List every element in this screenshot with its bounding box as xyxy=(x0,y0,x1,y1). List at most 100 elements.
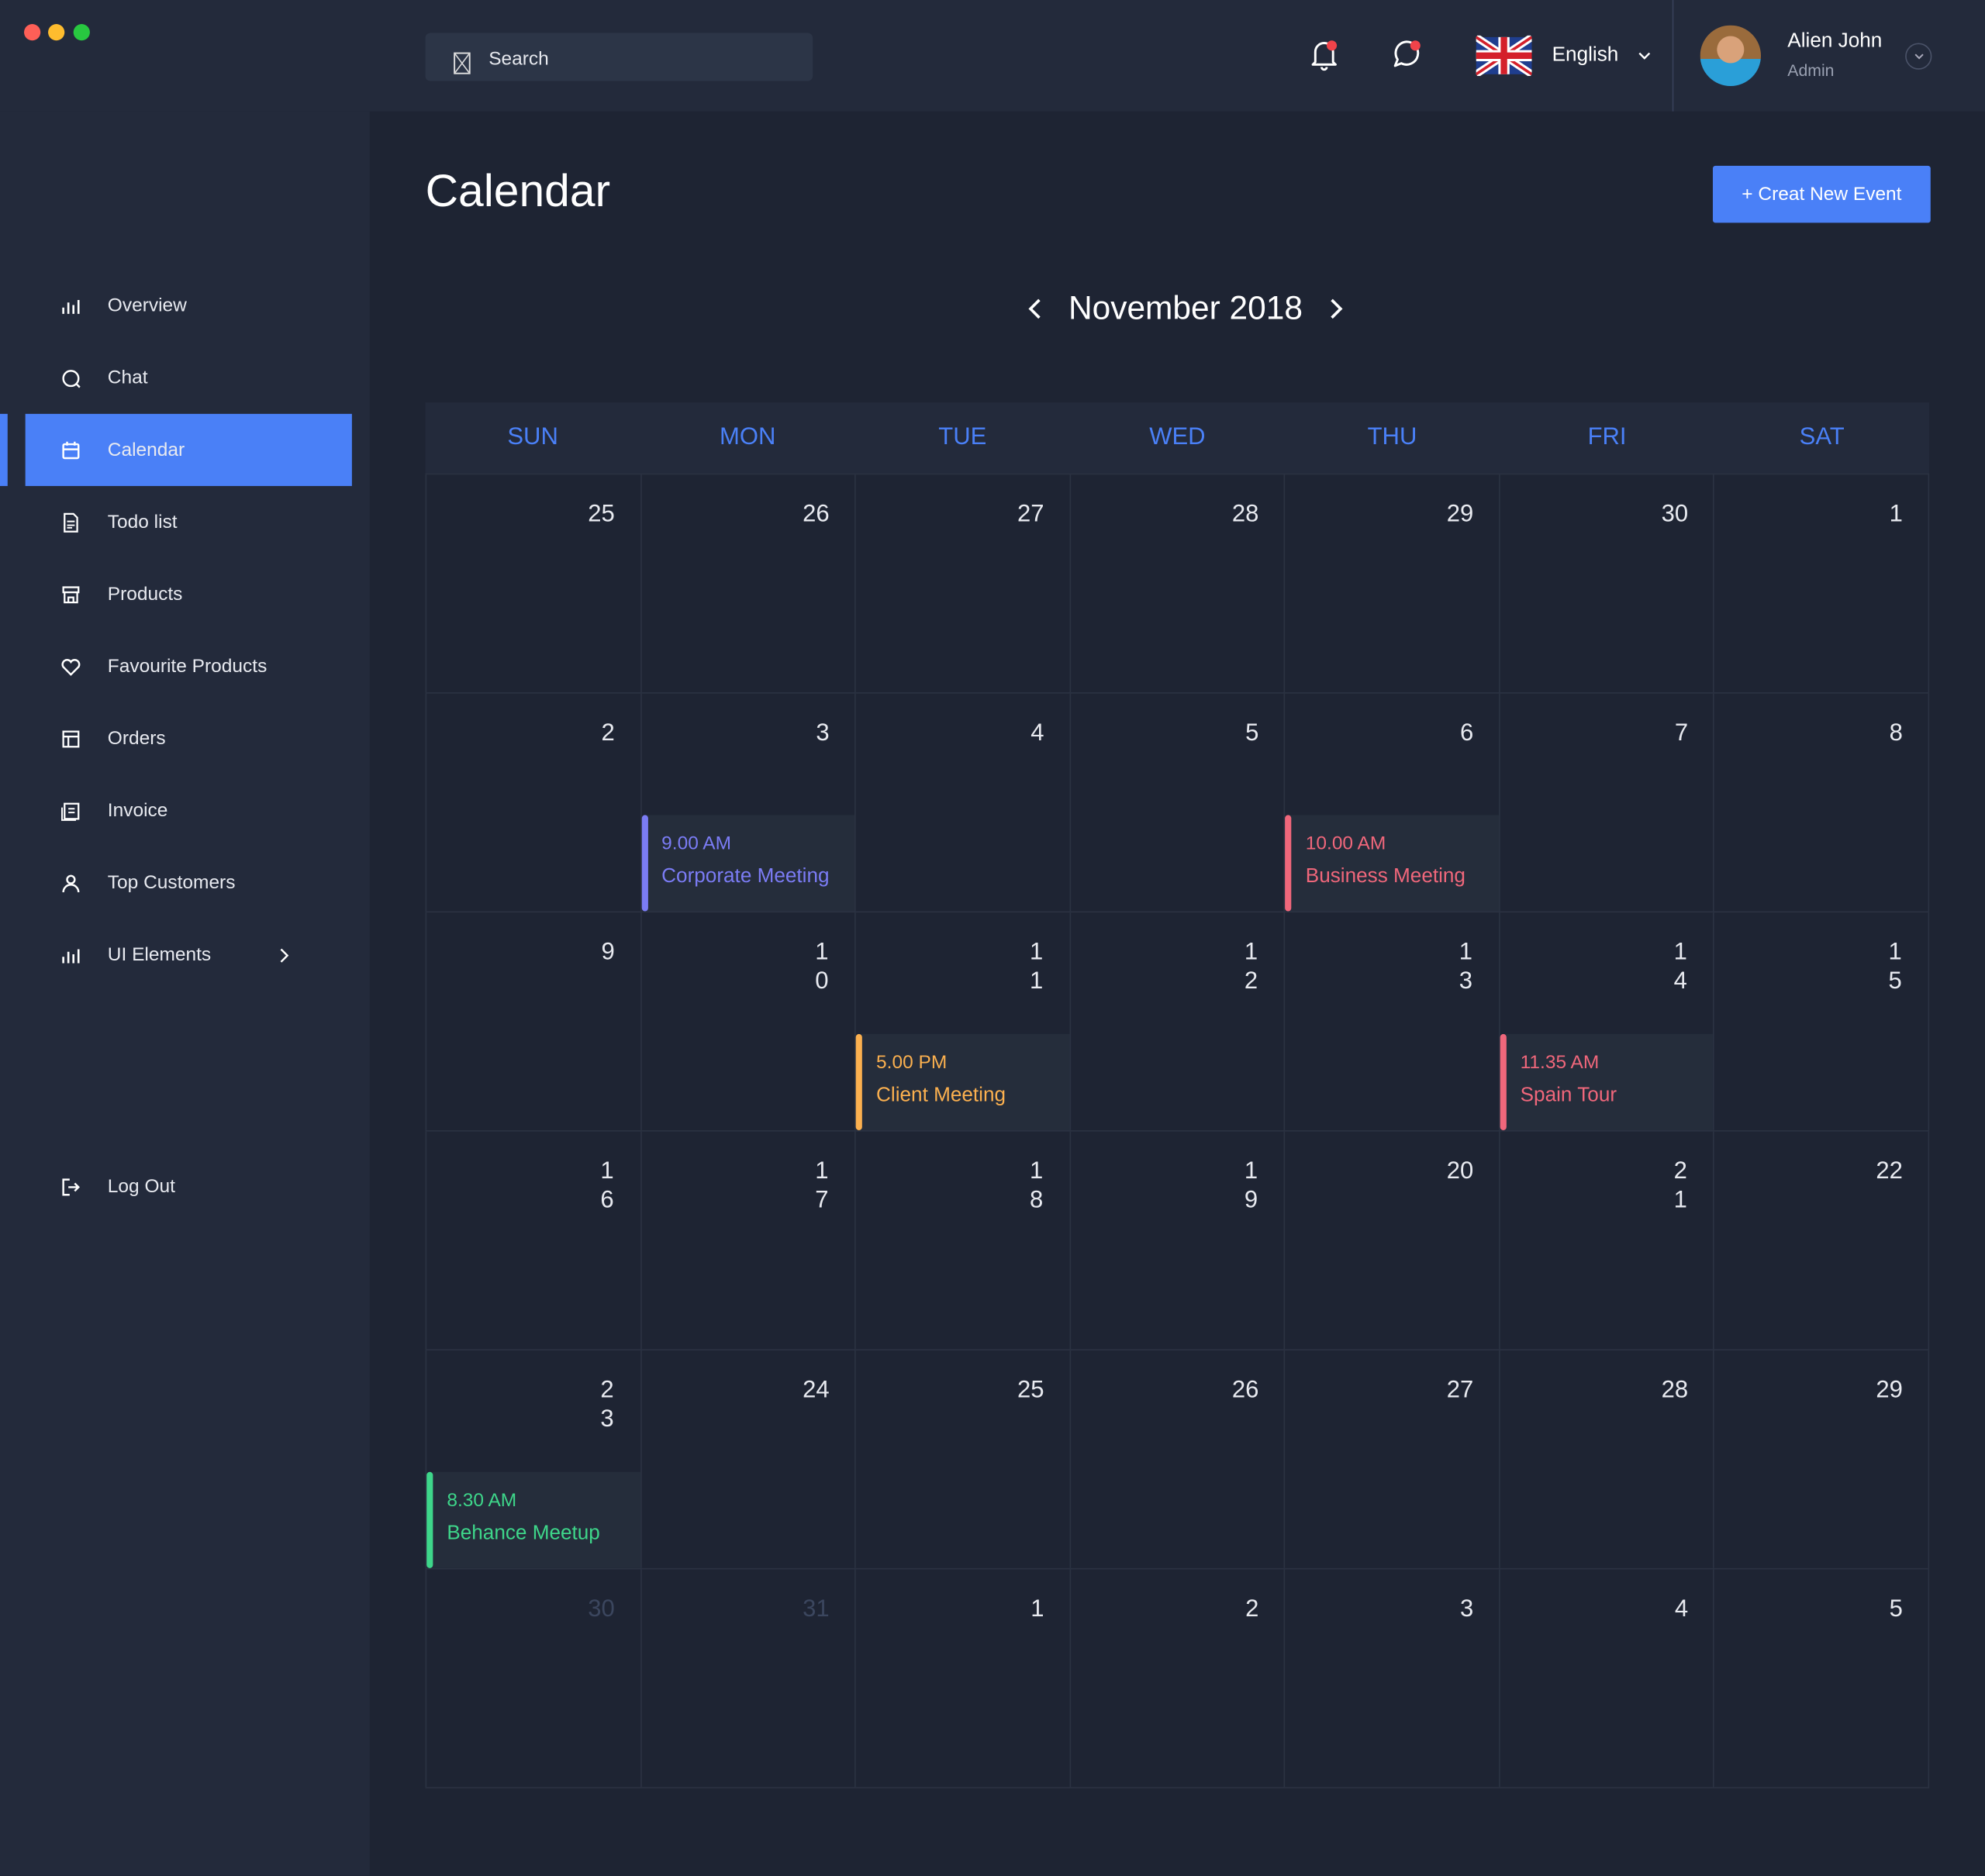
day-cell[interactable]: 30 xyxy=(425,1569,640,1788)
day-number: 22 xyxy=(1876,1157,1903,1185)
store-icon xyxy=(62,585,80,603)
day-number: 25 xyxy=(1017,1377,1044,1404)
heart-icon-wrap xyxy=(60,657,81,677)
search-input[interactable] xyxy=(485,33,796,84)
day-cell[interactable]: 3 9.00 AM Corporate Meeting xyxy=(640,693,855,912)
day-cell[interactable]: 10 xyxy=(640,912,854,1130)
day-cell[interactable]: 29 xyxy=(1713,1350,1930,1568)
messages-button[interactable] xyxy=(1391,38,1421,78)
day-cell[interactable]: 6 10.00 AM Business Meeting xyxy=(1284,693,1499,912)
day-cell[interactable]: 2 xyxy=(425,693,640,912)
day-cell[interactable]: 26 xyxy=(640,474,854,693)
calendar-icon-wrap xyxy=(60,440,81,460)
minimize-window-button[interactable] xyxy=(48,24,65,41)
calendar-grid: SUN MON TUE WED THU FRI SAT 25 26 27 28 29 30 1 2 3 9.0… xyxy=(425,402,1930,1788)
avatar[interactable] xyxy=(1700,25,1762,87)
day-cell[interactable]: 26 xyxy=(1069,1350,1284,1568)
calendar-event[interactable]: 8.30 AM Behance Meetup xyxy=(426,1471,640,1568)
day-cell[interactable]: 31 xyxy=(640,1569,854,1788)
day-cell[interactable]: 18 xyxy=(854,1131,1069,1350)
sidebar-item-chat[interactable]: Chat xyxy=(26,342,352,414)
day-cell[interactable]: 22 xyxy=(1713,1131,1930,1350)
event-color-bar xyxy=(1500,1033,1507,1130)
day-cell[interactable]: 17 xyxy=(640,1131,854,1350)
day-cell[interactable]: 9 xyxy=(425,912,640,1130)
bar-chart-icon xyxy=(62,948,80,963)
event-title: Corporate Meeting xyxy=(661,865,830,888)
previous-month-button[interactable] xyxy=(1025,295,1045,321)
maximize-window-button[interactable] xyxy=(73,24,90,41)
day-cell[interactable]: 15 xyxy=(1713,912,1930,1130)
day-cell[interactable]: 30 xyxy=(1498,474,1714,693)
day-number: 5 xyxy=(1245,719,1259,747)
store-icon-wrap xyxy=(60,584,81,604)
day-cell[interactable]: 23 8.30 AM Behance Meetup xyxy=(425,1350,640,1568)
search-box[interactable] xyxy=(425,33,813,84)
active-indicator xyxy=(0,413,8,486)
user-icon xyxy=(62,874,80,892)
day-cell[interactable]: 27 xyxy=(1284,1350,1499,1568)
day-cell[interactable]: 21 xyxy=(1498,1131,1714,1350)
language-selector[interactable]: English xyxy=(1476,35,1652,76)
day-cell[interactable]: 20 xyxy=(1284,1131,1499,1350)
sidebar-item-ui-elements[interactable]: UI Elements xyxy=(26,919,352,991)
sidebar-item-invoice[interactable]: Invoice xyxy=(26,774,352,847)
sidebar-item-overview[interactable]: Overview xyxy=(26,270,352,342)
sidebar-item-calendar[interactable]: Calendar xyxy=(25,413,352,486)
weekday-fri: FRI xyxy=(1587,423,1627,451)
calendar-event[interactable]: 5.00 PM Client Meeting xyxy=(855,1033,1070,1130)
day-cell[interactable]: 1 xyxy=(854,1569,1069,1788)
sidebar-item-favourite-products[interactable]: Favourite Products xyxy=(26,630,352,702)
chevron-down-icon xyxy=(1914,53,1923,60)
sidebar-item-products[interactable]: Products xyxy=(26,558,352,630)
create-new-event-button[interactable]: + Creat New Event xyxy=(1712,165,1931,223)
divider xyxy=(1672,0,1674,112)
calendar-event[interactable]: 9.00 AM Corporate Meeting xyxy=(641,815,855,912)
day-cell[interactable]: 29 xyxy=(1284,474,1499,693)
day-cell[interactable]: 7 xyxy=(1498,693,1714,912)
event-title: Business Meeting xyxy=(1305,865,1465,888)
day-cell[interactable]: 24 xyxy=(640,1350,854,1568)
sidebar-item-orders[interactable]: Orders xyxy=(26,702,352,774)
day-cell[interactable]: 28 xyxy=(1498,1350,1714,1568)
day-cell[interactable]: 5 xyxy=(1069,693,1284,912)
calendar-week: 30 31 1 2 3 4 5 xyxy=(425,1567,1930,1788)
day-number: 7 xyxy=(1674,719,1689,747)
calendar-event[interactable]: 10.00 AM Business Meeting xyxy=(1285,815,1499,912)
day-number: 12 xyxy=(1244,939,1258,995)
calendar-week: 16 17 18 19 20 21 22 xyxy=(425,1129,1930,1350)
event-color-bar xyxy=(855,1033,863,1130)
day-cell[interactable]: 27 xyxy=(854,474,1069,693)
chat-icon-wrap xyxy=(60,367,81,388)
day-cell[interactable]: 25 xyxy=(854,1350,1069,1568)
day-cell[interactable]: 4 xyxy=(1498,1569,1714,1788)
weekday-sat: SAT xyxy=(1799,423,1845,451)
day-cell[interactable]: 2 xyxy=(1069,1569,1284,1788)
day-cell[interactable]: 4 xyxy=(854,693,1069,912)
day-cell[interactable]: 12 xyxy=(1069,912,1284,1130)
day-cell[interactable]: 28 xyxy=(1069,474,1284,693)
day-cell[interactable]: 25 xyxy=(425,474,640,693)
next-month-button[interactable] xyxy=(1325,295,1345,321)
day-cell[interactable]: 19 xyxy=(1069,1131,1284,1350)
user-menu-button[interactable] xyxy=(1905,43,1932,70)
calendar-event[interactable]: 11.35 AM Spain Tour xyxy=(1500,1033,1714,1130)
day-cell[interactable]: 13 xyxy=(1284,912,1499,1130)
day-number: 21 xyxy=(1673,1157,1687,1214)
day-number: 3 xyxy=(1459,1595,1474,1623)
day-cell[interactable]: 5 xyxy=(1713,1569,1930,1788)
day-cell[interactable]: 3 xyxy=(1284,1569,1499,1788)
day-cell[interactable]: 11 5.00 PM Client Meeting xyxy=(854,912,1070,1130)
sidebar-item-top-customers[interactable]: Top Customers xyxy=(26,847,352,919)
day-cell[interactable]: 16 xyxy=(425,1131,640,1350)
event-color-bar xyxy=(426,1471,433,1568)
day-cell[interactable]: 1 xyxy=(1713,474,1930,693)
day-number: 23 xyxy=(600,1377,614,1433)
logout-button[interactable]: Log Out xyxy=(26,1150,352,1223)
day-cell[interactable]: 8 xyxy=(1713,693,1930,912)
notifications-button[interactable] xyxy=(1309,38,1339,78)
event-title: Spain Tour xyxy=(1520,1085,1617,1106)
sidebar-item-todo-list[interactable]: Todo list xyxy=(26,486,352,558)
close-window-button[interactable] xyxy=(24,24,41,41)
day-cell[interactable]: 14 11.35 AM Spain Tour xyxy=(1498,912,1714,1130)
